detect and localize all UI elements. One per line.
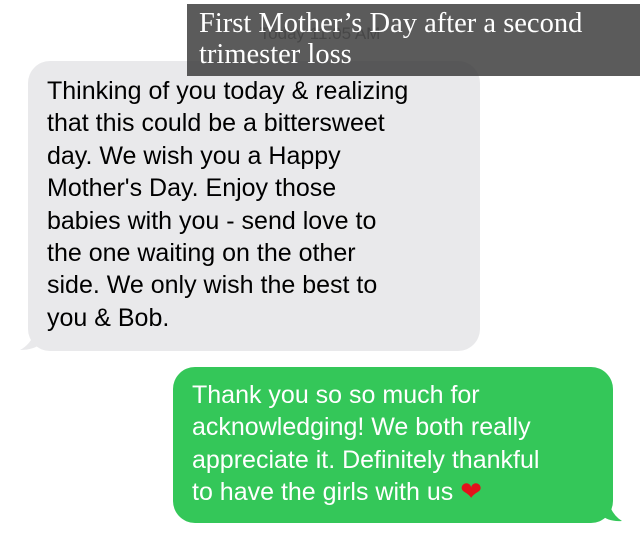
received-message-text: Thinking of you today & realizing that t… (47, 77, 409, 332)
caption-overlay: First Mother’s Day after a second trimes… (187, 4, 640, 76)
sent-bubble-tail (600, 501, 622, 522)
received-bubble-tail (20, 331, 42, 350)
sent-message-text: Thank you so so much for acknowledging! … (192, 381, 540, 507)
received-message-bubble[interactable]: Thinking of you today & realizing that t… (28, 61, 480, 351)
red-heart-icon: ❤ (460, 477, 482, 508)
sent-message-bubble[interactable]: Thank you so so much for acknowledging! … (173, 367, 613, 523)
